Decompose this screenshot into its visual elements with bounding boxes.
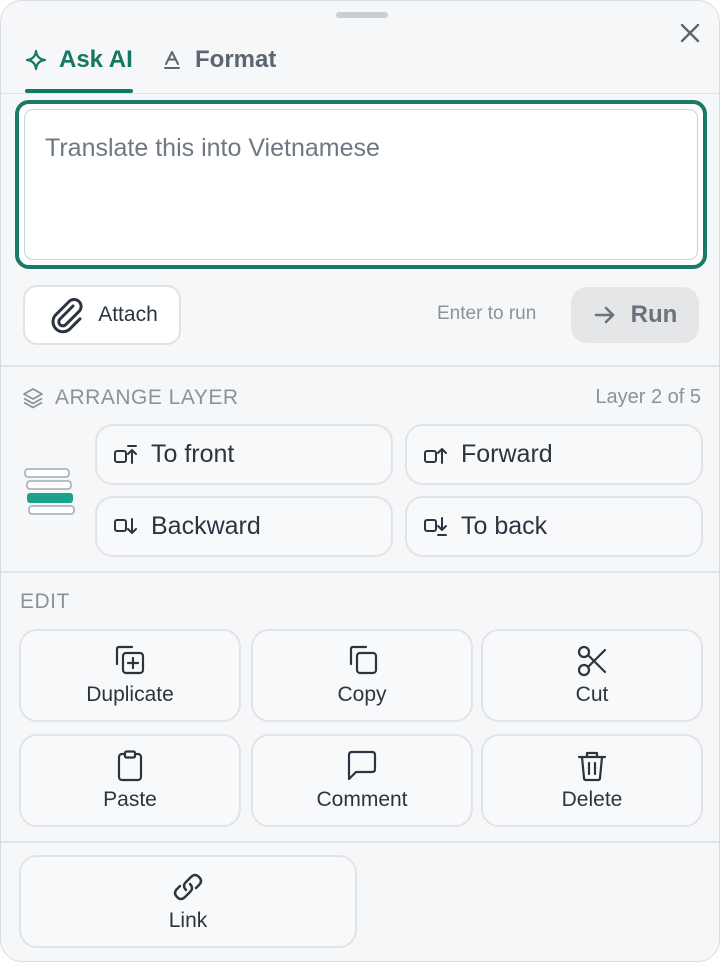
to-front-button[interactable]: To front bbox=[95, 424, 393, 485]
sparkle-icon bbox=[25, 49, 47, 71]
comment-icon bbox=[347, 750, 377, 780]
close-button[interactable] bbox=[675, 18, 705, 48]
duplicate-label: Duplicate bbox=[86, 682, 174, 706]
link-button[interactable]: Link bbox=[19, 855, 357, 948]
backward-label: Backward bbox=[151, 512, 261, 540]
attach-label: Attach bbox=[98, 303, 158, 326]
tabs-divider bbox=[1, 93, 719, 94]
prompt-container bbox=[15, 100, 707, 269]
link-label: Link bbox=[168, 908, 208, 932]
layer-stack-icon bbox=[24, 468, 75, 515]
arrow-right-icon bbox=[594, 306, 614, 324]
cut-button[interactable]: Cut bbox=[481, 629, 703, 722]
copy-icon bbox=[349, 645, 378, 674]
tab-format-label: Format bbox=[195, 46, 277, 73]
delete-label: Delete bbox=[561, 787, 623, 811]
run-label: Run bbox=[630, 301, 678, 328]
link-icon bbox=[173, 873, 203, 900]
cut-label: Cut bbox=[575, 682, 609, 706]
ai-action-panel: Ask AI Format Attach Enter to run Run AR… bbox=[0, 0, 720, 962]
arrange-layer-title: ARRANGE LAYER bbox=[55, 386, 239, 409]
attach-button[interactable]: Attach bbox=[23, 285, 181, 345]
tab-ask-ai[interactable]: Ask AI bbox=[25, 43, 133, 77]
to-front-label: To front bbox=[151, 440, 235, 468]
layer-position: Layer 2 of 5 bbox=[595, 386, 701, 408]
bring-forward-icon bbox=[424, 447, 447, 464]
run-button[interactable]: Run bbox=[571, 287, 699, 343]
forward-button[interactable]: Forward bbox=[405, 424, 703, 485]
comment-button[interactable]: Comment bbox=[251, 734, 473, 827]
trash-icon bbox=[577, 751, 607, 781]
delete-button[interactable]: Delete bbox=[481, 734, 703, 827]
layers-icon bbox=[23, 388, 43, 409]
copy-label: Copy bbox=[337, 682, 387, 706]
send-to-back-icon bbox=[424, 516, 447, 536]
paste-button[interactable]: Paste bbox=[19, 734, 241, 827]
comment-label: Comment bbox=[316, 787, 408, 811]
edit-title: EDIT bbox=[20, 590, 70, 613]
backward-button[interactable]: Backward bbox=[95, 496, 393, 557]
section-divider bbox=[1, 571, 719, 573]
send-backward-icon bbox=[114, 517, 137, 534]
text-format-icon bbox=[164, 51, 180, 69]
tab-ask-ai-label: Ask AI bbox=[59, 46, 133, 73]
to-back-label: To back bbox=[461, 512, 548, 540]
bring-to-front-icon bbox=[114, 444, 137, 464]
clipboard-icon bbox=[117, 749, 143, 781]
close-icon bbox=[680, 23, 700, 43]
drag-handle[interactable] bbox=[336, 12, 388, 18]
section-divider bbox=[1, 365, 719, 367]
forward-label: Forward bbox=[461, 440, 553, 468]
section-divider bbox=[1, 841, 719, 843]
enter-to-run-hint: Enter to run bbox=[437, 303, 537, 324]
duplicate-icon bbox=[115, 645, 145, 674]
copy-button[interactable]: Copy bbox=[251, 629, 473, 722]
paperclip-icon bbox=[51, 298, 83, 334]
tab-format[interactable]: Format bbox=[161, 43, 276, 77]
to-back-button[interactable]: To back bbox=[405, 496, 703, 557]
prompt-input[interactable] bbox=[24, 109, 698, 260]
scissors-icon bbox=[577, 645, 607, 676]
duplicate-button[interactable]: Duplicate bbox=[19, 629, 241, 722]
paste-label: Paste bbox=[103, 787, 157, 811]
